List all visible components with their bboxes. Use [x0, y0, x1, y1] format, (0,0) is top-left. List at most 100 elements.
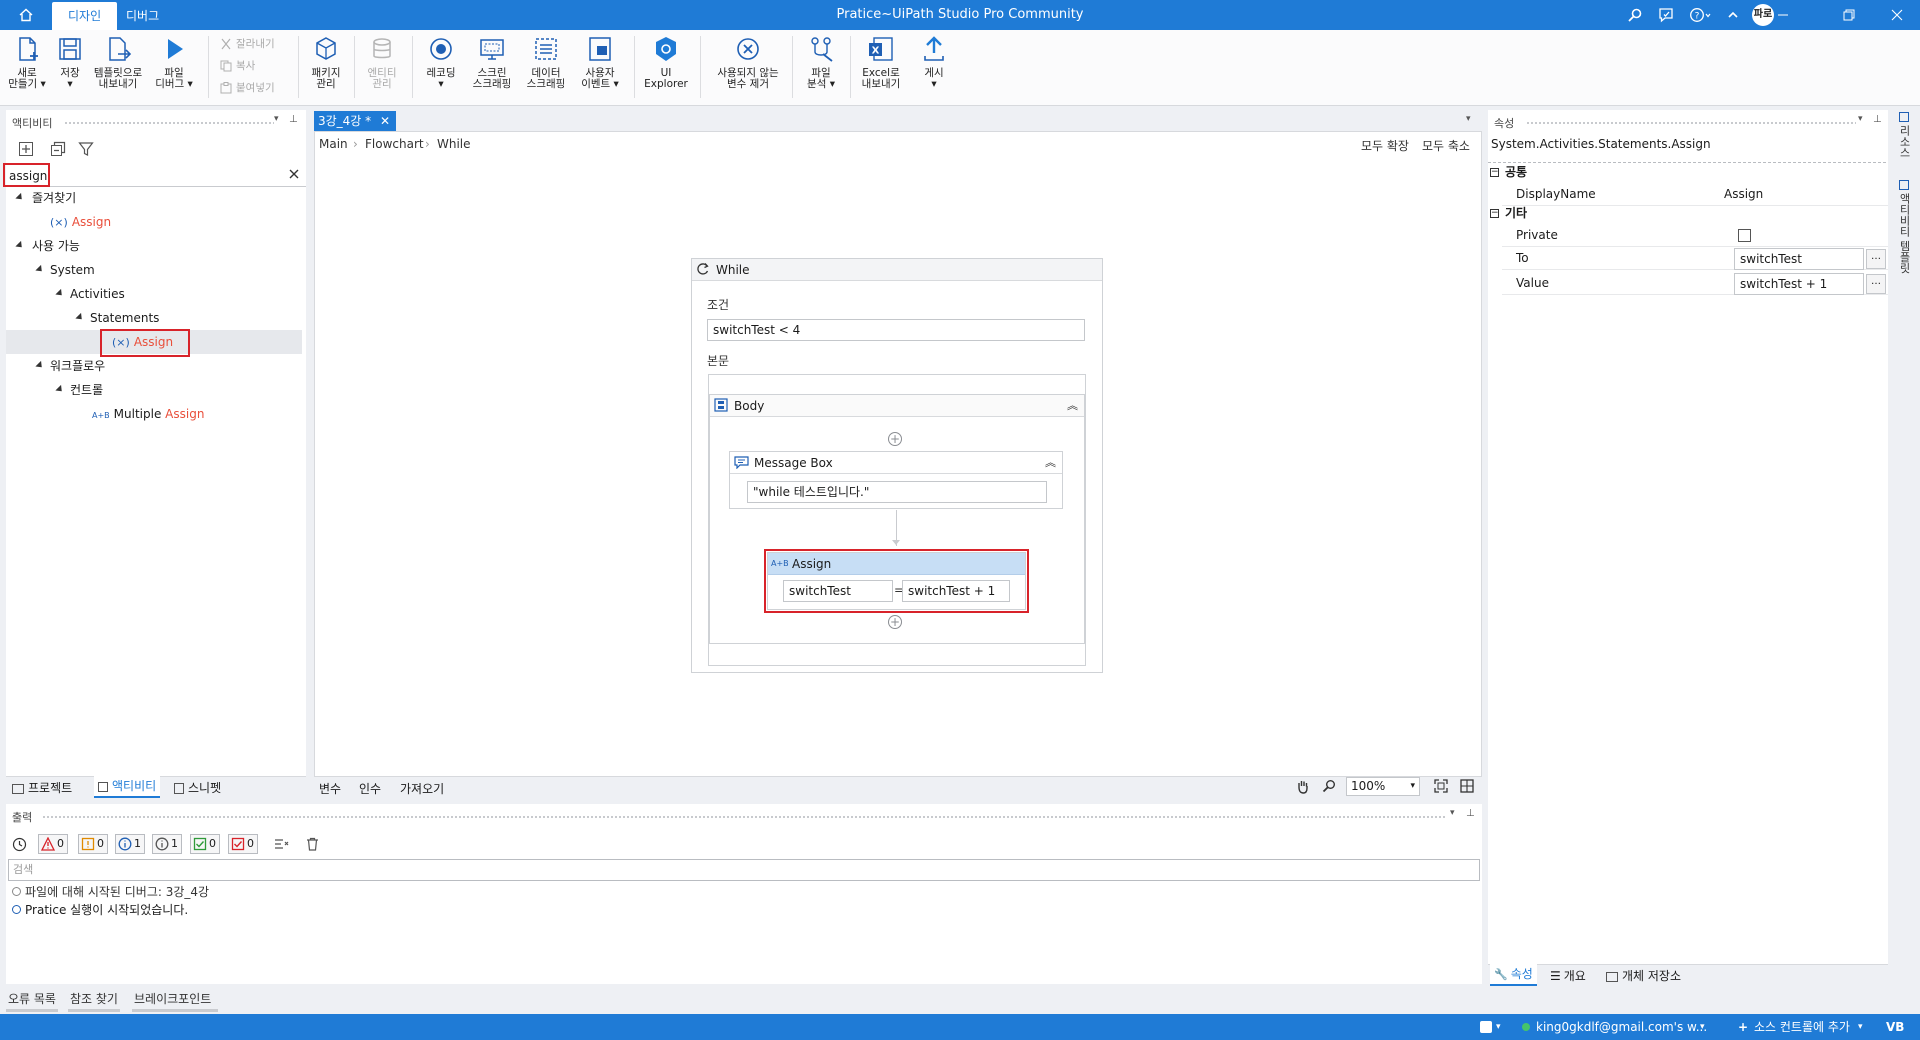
tab-overflow-icon[interactable]: ▾ [1466, 114, 1471, 124]
breadcrumb-flowchart[interactable]: Flowchart [365, 137, 424, 151]
export-excel-button[interactable]: X Excel로 내보내기 [856, 34, 906, 102]
tree-item-statements[interactable]: Statements [6, 306, 302, 330]
tree-item-available[interactable]: 사용 가능 [6, 234, 302, 258]
overview-icon[interactable] [1460, 779, 1474, 793]
tree-item-workflow[interactable]: 워크플로우 [6, 354, 302, 378]
close-tab-icon[interactable]: ✕ [380, 111, 390, 131]
user-events-button[interactable]: 사용자 이벤트 ▾ [576, 34, 624, 102]
help-icon[interactable]: ? [1689, 7, 1711, 23]
data-scraping-button[interactable]: 데이터 스크래핑 [522, 34, 570, 102]
displayname-value[interactable]: Assign [1724, 182, 1763, 206]
output-search-input[interactable]: 검색 [8, 859, 1480, 881]
clock-icon[interactable] [12, 837, 27, 852]
tab-debug[interactable]: 디버그 [110, 2, 175, 30]
add-activity-icon[interactable]: + [888, 615, 902, 629]
pin-icon[interactable]: ⊥ [289, 114, 298, 125]
pin-icon[interactable]: ⊥ [1466, 808, 1475, 819]
copy-button[interactable]: 복사 [220, 58, 255, 74]
publish-button[interactable]: 게시 ▾ [916, 34, 952, 102]
paste-button[interactable]: 붙여넣기 [220, 80, 275, 96]
manage-entities-button[interactable]: 엔티티 관리 [362, 34, 402, 102]
private-checkbox[interactable] [1738, 229, 1751, 242]
message-box-text-input[interactable]: "while 테스트입니다." [747, 481, 1047, 503]
expand-all-button[interactable]: 모두 확장 [1361, 137, 1409, 154]
tree-item-activities[interactable]: Activities [6, 282, 302, 306]
tab-outline[interactable]: ☰ 개요 [1550, 967, 1586, 984]
tab-properties[interactable]: 🔧 속성 [1490, 964, 1537, 986]
home-icon[interactable] [18, 7, 34, 23]
tree-item-system[interactable]: System [6, 258, 302, 282]
tab-activities[interactable]: 액티비티 [94, 776, 161, 798]
ui-explorer-button[interactable]: UI Explorer [642, 34, 690, 102]
collapse-msgbox-icon[interactable]: ︽ [1045, 452, 1056, 474]
warnings-filter[interactable]: 0 [78, 834, 108, 854]
restore-button[interactable] [1826, 0, 1872, 30]
account-status[interactable]: king0gkdlf@gmail.com's w... [1536, 1014, 1707, 1040]
save-button[interactable]: 저장 ▾ [52, 34, 88, 102]
recording-button[interactable]: 레코딩 ▾ [420, 34, 462, 102]
tab-breakpoints[interactable]: 브레이크포인트 [132, 988, 218, 1012]
export-template-button[interactable]: 템플릿으로 내보내기 [90, 34, 146, 102]
collapse-body-icon[interactable]: ︽ [1067, 395, 1078, 417]
clear-log-icon[interactable] [274, 837, 289, 851]
fit-screen-icon[interactable] [1434, 779, 1448, 793]
collapse-all-icon[interactable] [50, 141, 66, 157]
rail-tab-activity-templates[interactable]: 액티비티 템플릿 [1898, 180, 1912, 280]
info-filter[interactable]: 1 [115, 834, 145, 854]
cut-button[interactable]: 잘라내기 [220, 36, 275, 52]
document-tab[interactable]: 3강_4강 * ✕ [314, 111, 396, 131]
source-control-button[interactable]: 소스 컨트롤에 추가 [1754, 1014, 1850, 1040]
screen-scraping-button[interactable]: 스크린 스크래핑 [468, 34, 516, 102]
tree-item-favorites[interactable]: 즐겨찾기 [6, 186, 302, 210]
hand-icon[interactable] [1296, 779, 1310, 794]
tab-design[interactable]: 디자인 [52, 2, 118, 30]
zoom-select[interactable]: 100% ▾ [1346, 777, 1420, 796]
errors-filter[interactable]: 0 [38, 834, 68, 854]
condition-input[interactable]: switchTest < 4 [707, 319, 1085, 341]
feedback-icon[interactable] [1658, 7, 1674, 23]
breadcrumb-while[interactable]: While [437, 137, 471, 151]
manage-packages-button[interactable]: 패키지 관리 [306, 34, 346, 102]
section-misc[interactable]: − 기타 [1490, 203, 1527, 223]
rail-tab-resources[interactable]: 리소스 [1898, 112, 1912, 172]
tab-snippets[interactable]: 스니펫 [174, 779, 221, 796]
new-button[interactable]: 새로 만들기 ▾ [6, 34, 48, 102]
clear-search-icon[interactable] [288, 167, 300, 181]
panel-dropdown-icon[interactable]: ▾ [274, 114, 279, 124]
arguments-tab[interactable]: 인수 [359, 780, 381, 797]
trace-filter[interactable]: 1 [152, 834, 182, 854]
analyze-file-button[interactable]: 파일 분석 ▾ [800, 34, 842, 102]
imports-tab[interactable]: 가져오기 [400, 780, 444, 797]
remove-unused-variables-button[interactable]: 사용되지 않는 변수 제거 [708, 34, 788, 102]
tab-project[interactable]: 프로젝트 [12, 779, 72, 796]
to-ellipsis-button[interactable]: … [1866, 249, 1886, 269]
zoom-search-icon[interactable] [1322, 779, 1336, 793]
tab-object-repository[interactable]: 개체 저장소 [1606, 967, 1681, 984]
chevron-up-icon[interactable] [1725, 7, 1741, 23]
close-button[interactable] [1874, 0, 1920, 30]
trash-icon[interactable] [306, 837, 319, 851]
tree-item-control[interactable]: 컨트롤 [6, 378, 302, 402]
section-common[interactable]: − 공통 [1490, 162, 1527, 182]
orchestrator-icon[interactable] [1480, 1021, 1492, 1033]
pin-icon[interactable]: ⊥ [1873, 114, 1882, 125]
to-value-input[interactable]: switchTest [1734, 248, 1864, 270]
minimize-button[interactable] [1760, 0, 1806, 30]
variables-tab[interactable]: 변수 [319, 780, 341, 797]
tab-error-list[interactable]: 오류 목록 [6, 988, 58, 1012]
value-input[interactable]: switchTest + 1 [1734, 273, 1864, 295]
expand-all-icon[interactable] [18, 141, 34, 157]
filter-icon[interactable] [78, 141, 94, 157]
add-activity-icon[interactable]: + [888, 432, 902, 446]
value-ellipsis-button[interactable]: … [1866, 274, 1886, 294]
failed-filter[interactable]: 0 [228, 834, 258, 854]
debug-file-button[interactable]: 파일 디버그 ▾ [152, 34, 196, 102]
breadcrumb-main[interactable]: Main [319, 137, 348, 151]
collapse-all-button[interactable]: 모두 축소 [1422, 137, 1470, 154]
success-filter[interactable]: 0 [190, 834, 220, 854]
panel-dropdown-icon[interactable]: ▾ [1450, 808, 1455, 818]
panel-dropdown-icon[interactable]: ▾ [1858, 114, 1863, 124]
tree-item-favorite-assign[interactable]: (×) Assign [6, 210, 302, 234]
tab-find-references[interactable]: 참조 찾기 [68, 988, 120, 1012]
search-icon[interactable] [1627, 7, 1643, 23]
